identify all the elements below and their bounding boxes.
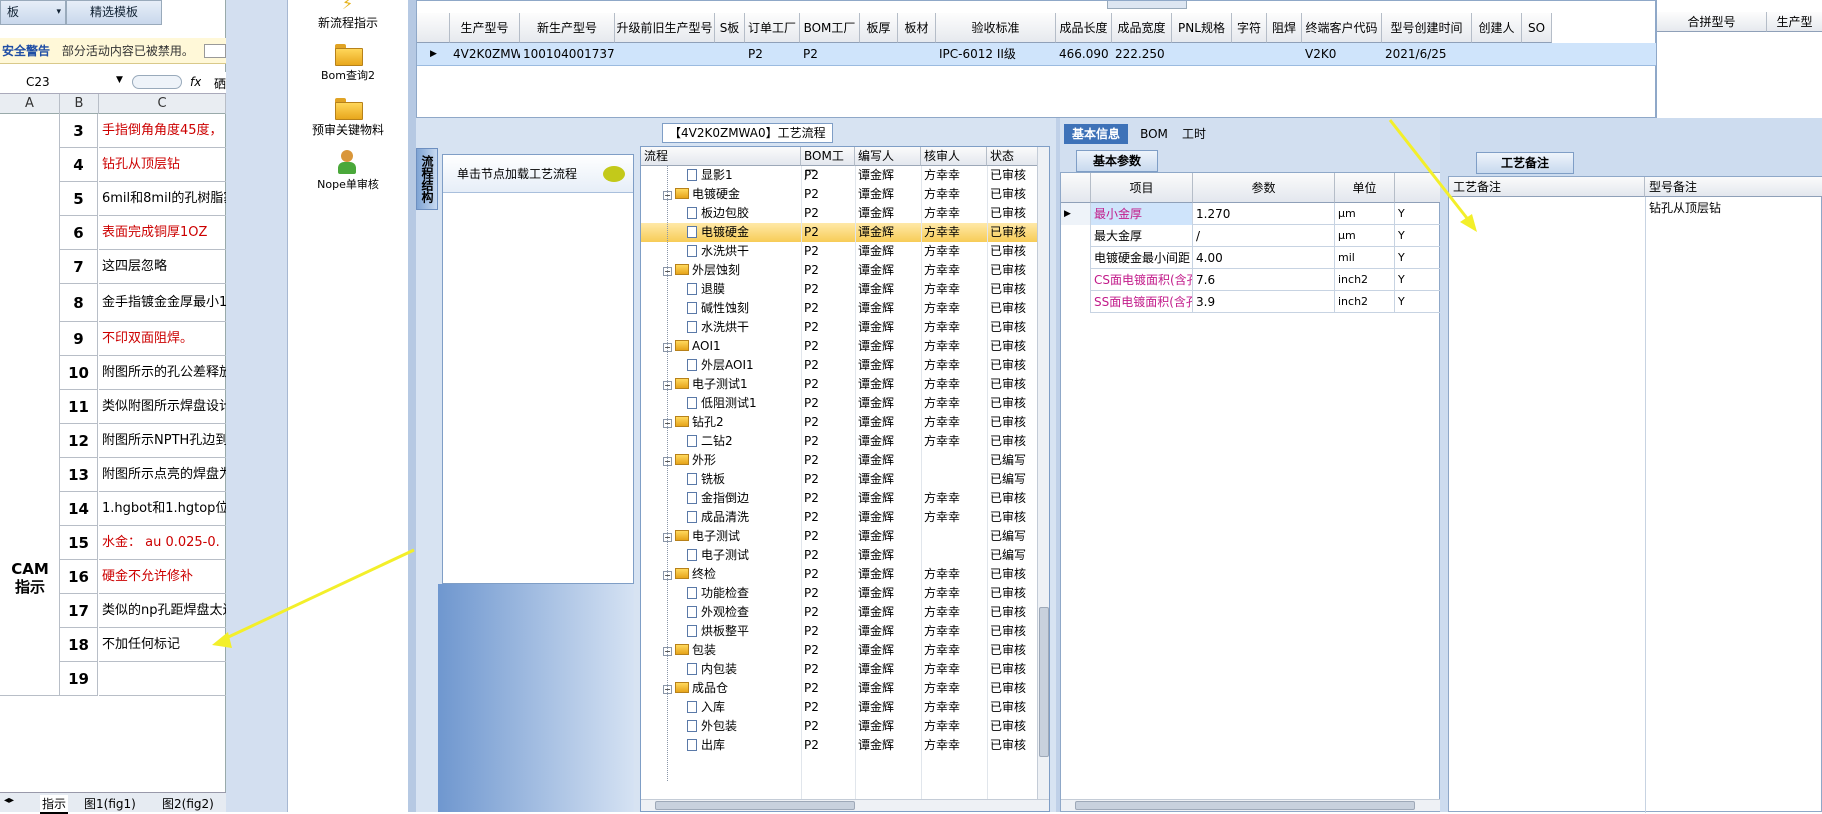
arrowhead-icon xyxy=(1460,214,1477,232)
annotation-overlay xyxy=(212,119,1477,648)
arrowhead-icon xyxy=(212,632,232,648)
annotation-arrow xyxy=(221,548,415,642)
annotation-arrow xyxy=(1388,119,1472,223)
